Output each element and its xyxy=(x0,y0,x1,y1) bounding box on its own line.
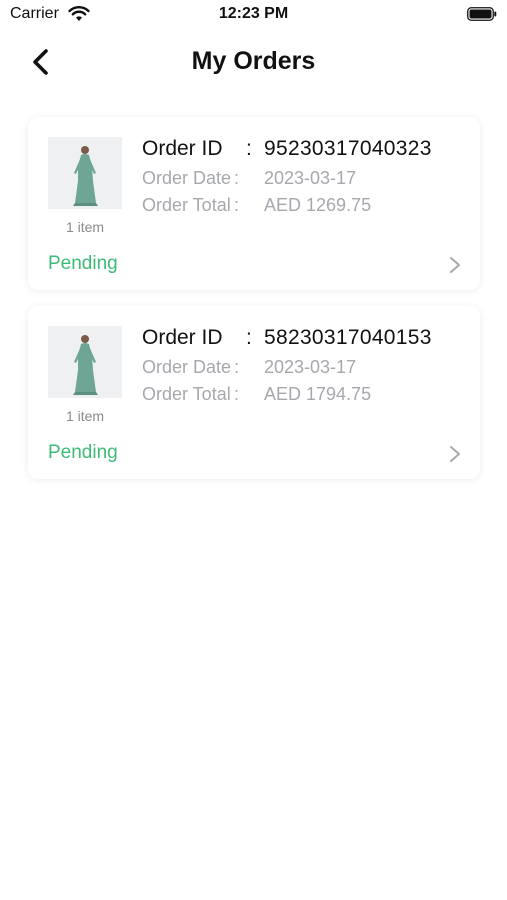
page-title: My Orders xyxy=(191,47,316,75)
chevron-right-icon[interactable] xyxy=(448,255,462,275)
order-id-label: Order ID xyxy=(142,326,223,349)
order-id-value: 58230317040153 xyxy=(264,326,432,349)
order-card[interactable]: 1 item Order ID : 58230317040153 Order D… xyxy=(28,306,480,479)
order-total-separator: : xyxy=(234,384,240,404)
order-date-label: Order Date xyxy=(142,357,232,377)
order-total-label: Order Total xyxy=(142,195,231,215)
order-date-value: 2023-03-17 xyxy=(264,357,357,377)
battery-icon xyxy=(467,7,497,21)
order-date-value: 2023-03-17 xyxy=(264,168,357,188)
order-id-value: 95230317040323 xyxy=(264,137,432,160)
order-id-separator: : xyxy=(246,137,252,160)
chevron-right-icon[interactable] xyxy=(448,444,462,464)
order-status: Pending xyxy=(48,253,118,274)
order-total-value: AED 1794.75 xyxy=(264,384,372,404)
item-count: 1 item xyxy=(65,219,105,235)
clock: 12:23 PM xyxy=(218,5,289,22)
product-thumbnail xyxy=(48,326,122,398)
order-id-label: Order ID xyxy=(142,137,223,160)
order-date-label: Order Date xyxy=(142,168,232,188)
order-id-separator: : xyxy=(246,326,252,349)
order-total-value: AED 1269.75 xyxy=(264,195,372,215)
order-date-separator: : xyxy=(234,168,240,188)
order-card[interactable]: 1 item Order ID : 95230317040323 Order D… xyxy=(28,117,480,290)
order-date-separator: : xyxy=(234,357,240,377)
item-count: 1 item xyxy=(65,408,105,424)
status-bar: Carrier 12:23 PM xyxy=(0,0,507,30)
nav-bar: My Orders xyxy=(0,38,507,88)
orders-list: 1 item Order ID : 95230317040323 Order D… xyxy=(28,117,480,495)
order-status: Pending xyxy=(48,442,118,463)
order-total-label: Order Total xyxy=(142,384,231,404)
order-total-separator: : xyxy=(234,195,240,215)
product-thumbnail xyxy=(48,137,122,209)
